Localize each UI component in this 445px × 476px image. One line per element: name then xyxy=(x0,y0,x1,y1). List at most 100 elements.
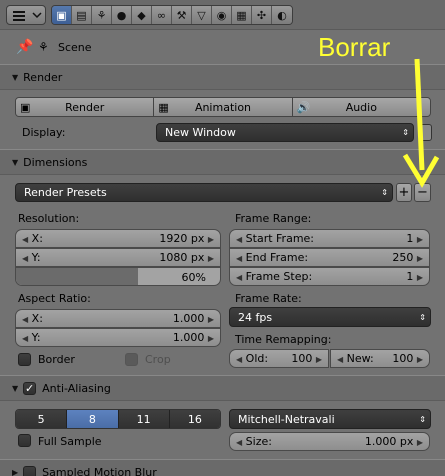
frame-rate-dropdown[interactable]: 24 fps ⇕ xyxy=(229,307,431,327)
res-y-label: Y: xyxy=(31,251,41,264)
physics-tab-icon[interactable]: ◐ xyxy=(272,6,292,24)
left-arrow-icon: ◀ xyxy=(22,254,29,263)
dimensions-panel-title: Dimensions xyxy=(23,155,88,169)
full-sample-checkbox[interactable] xyxy=(18,434,31,447)
anti-aliasing-title: Anti-Aliasing xyxy=(42,381,111,395)
audio-button-label: Audio xyxy=(345,100,377,114)
object-tab-icon[interactable]: ◆ xyxy=(132,6,152,24)
render-tab-icon[interactable]: ▣ xyxy=(52,6,72,24)
modifiers-tab-icon[interactable]: ⚒ xyxy=(172,6,192,24)
size-label: Size: xyxy=(245,435,272,448)
crop-checkbox[interactable] xyxy=(125,353,138,366)
frame-step-value: 1 xyxy=(406,270,414,283)
render-panel-header[interactable]: ▼ Render xyxy=(0,64,445,90)
aa-filter-dropdown[interactable]: Mitchell-Netravali ⇕ xyxy=(229,409,431,429)
right-arrow-icon: ▶ xyxy=(207,334,214,343)
right-arrow-icon: ▶ xyxy=(207,315,214,324)
world-tab-icon[interactable]: ● xyxy=(112,6,132,24)
expand-triangle-icon: ▶ xyxy=(12,467,19,476)
left-arrow-icon: ◀ xyxy=(236,438,243,447)
end-frame-field[interactable]: ◀ End Frame: 250 ▶ xyxy=(229,248,430,267)
dropdown-arrows-icon: ⇕ xyxy=(419,414,426,424)
aa-samples-selector: 5 8 11 16 xyxy=(15,409,221,429)
collapse-triangle-icon: ▼ xyxy=(12,157,19,167)
dimensions-panel-header[interactable]: ▼ Dimensions xyxy=(0,149,445,175)
aa-sample-option-selected[interactable]: 8 xyxy=(67,410,119,428)
old-value: 100 xyxy=(291,352,313,365)
asp-x-value: 1.000 xyxy=(172,312,205,325)
resolution-y-field[interactable]: ◀ Y: 1080 px ▶ xyxy=(15,248,221,267)
speaker-icon: 🔊 xyxy=(296,100,311,114)
frame-rate-value: 24 fps xyxy=(238,310,273,324)
aspect-y-field[interactable]: ◀ Y: 1.000 ▶ xyxy=(15,328,221,347)
right-arrow-icon: ▶ xyxy=(416,254,423,263)
right-arrow-icon: ▶ xyxy=(416,438,423,447)
left-arrow-icon: ◀ xyxy=(236,273,243,282)
right-arrow-icon: ▶ xyxy=(207,235,214,244)
slider-fill xyxy=(16,268,139,285)
resolution-x-field[interactable]: ◀ X: 1920 px ▶ xyxy=(15,229,221,248)
right-arrow-icon: ▶ xyxy=(416,235,423,244)
render-buttons-row: ▣ Render ▦ Animation 🔊 Audio xyxy=(15,97,431,117)
full-sample-label: Full Sample xyxy=(38,435,102,448)
anti-aliasing-checkbox[interactable]: ✓ xyxy=(23,381,37,395)
motion-blur-panel-header[interactable]: ▶ Sampled Motion Blur xyxy=(0,459,445,476)
camera-icon: ▣ xyxy=(20,100,31,114)
render-button[interactable]: ▣ Render xyxy=(16,98,155,116)
collapse-triangle-icon: ▼ xyxy=(12,383,19,393)
display-dropdown[interactable]: New Window ⇕ xyxy=(156,123,414,142)
res-y-value: 1080 px xyxy=(159,251,205,264)
aa-size-field[interactable]: ◀ Size: 1.000 px ▶ xyxy=(229,432,430,451)
start-frame-value: 1 xyxy=(406,232,414,245)
material-tab-icon[interactable]: ◉ xyxy=(212,6,232,24)
dropdown-arrows-icon: ⇕ xyxy=(381,188,388,197)
new-value: 100 xyxy=(392,352,414,365)
res-x-label: X: xyxy=(31,232,43,245)
resolution-percentage-slider[interactable]: 60% xyxy=(15,267,221,286)
aspect-x-field[interactable]: ◀ X: 1.000 ▶ xyxy=(15,309,221,328)
left-arrow-icon: ◀ xyxy=(337,355,344,364)
new-label: New: xyxy=(346,352,374,365)
size-value: 1.000 px xyxy=(364,435,414,448)
render-layers-tab-icon[interactable]: ▤ xyxy=(72,6,92,24)
frame-step-field[interactable]: ◀ Frame Step: 1 ▶ xyxy=(229,267,430,286)
border-checkbox[interactable] xyxy=(18,353,31,366)
left-arrow-icon: ◀ xyxy=(236,235,243,244)
frame-step-label: Frame Step: xyxy=(245,270,313,283)
motion-blur-checkbox[interactable] xyxy=(23,465,37,476)
dropdown-arrows-icon: ⇕ xyxy=(419,312,426,322)
left-arrow-icon: ◀ xyxy=(22,334,29,343)
anti-aliasing-panel-header[interactable]: ▼ ✓ Anti-Aliasing xyxy=(0,375,445,401)
left-arrow-icon: ◀ xyxy=(236,355,243,364)
annotation-text: Borrar xyxy=(318,32,391,62)
render-presets-dropdown[interactable]: Render Presets ⇕ xyxy=(15,183,393,202)
display-value: New Window xyxy=(165,126,236,139)
clapper-icon: ▦ xyxy=(158,100,169,114)
crop-label: Crop xyxy=(145,353,171,366)
particles-tab-icon[interactable]: ✣ xyxy=(252,6,272,24)
data-tab-icon[interactable]: ▽ xyxy=(192,6,212,24)
border-label: Border xyxy=(38,353,75,366)
checkmark-icon: ✓ xyxy=(25,381,35,395)
constraints-tab-icon[interactable]: ∞ xyxy=(152,6,172,24)
render-presets-value: Render Presets xyxy=(24,186,107,199)
aa-sample-option[interactable]: 5 xyxy=(16,410,68,428)
scene-tab-icon[interactable]: ⚘ xyxy=(92,6,112,24)
motion-blur-title: Sampled Motion Blur xyxy=(42,465,157,476)
aa-sample-option[interactable]: 16 xyxy=(169,410,220,428)
time-remap-old-field[interactable]: ◀ Old: 100 ▶ xyxy=(229,349,329,368)
context-tabs: ▣ ▤ ⚘ ● ◆ ∞ ⚒ ▽ ◉ ▦ ✣ ◐ xyxy=(51,5,293,25)
time-remap-new-field[interactable]: ◀ New: 100 ▶ xyxy=(330,349,430,368)
left-arrow-icon: ◀ xyxy=(22,315,29,324)
animation-button[interactable]: ▦ Animation xyxy=(154,98,293,116)
start-frame-field[interactable]: ◀ Start Frame: 1 ▶ xyxy=(229,229,430,248)
texture-tab-icon[interactable]: ▦ xyxy=(232,6,252,24)
left-arrow-icon: ◀ xyxy=(22,235,29,244)
asp-y-value: 1.000 xyxy=(172,331,205,344)
resolution-label: Resolution: xyxy=(18,212,80,225)
editor-type-button[interactable] xyxy=(6,5,46,25)
aa-sample-option[interactable]: 11 xyxy=(118,410,170,428)
render-panel-title: Render xyxy=(23,70,63,84)
res-x-value: 1920 px xyxy=(159,232,205,245)
pin-icon[interactable]: 📌 xyxy=(16,39,33,55)
